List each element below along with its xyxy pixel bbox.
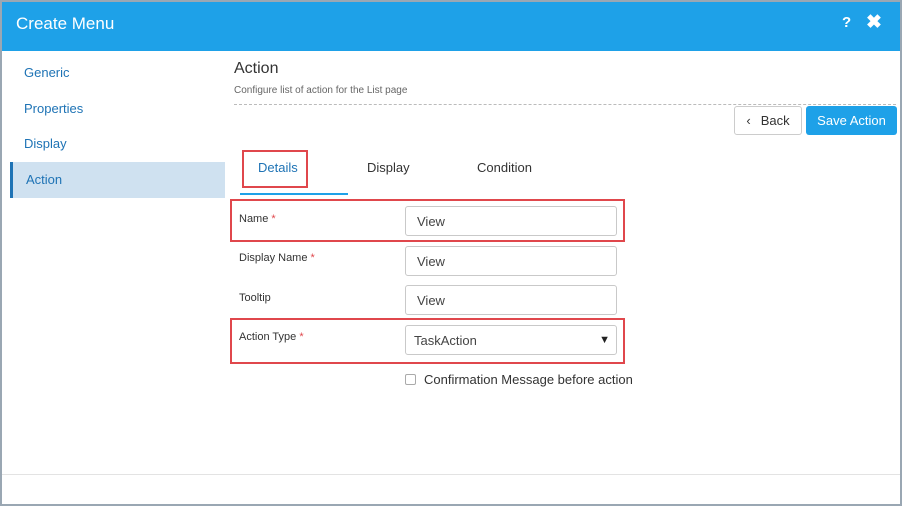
display-name-field[interactable]: View bbox=[405, 246, 617, 276]
highlight-box-action-type bbox=[230, 318, 625, 364]
required-marker: * bbox=[310, 252, 315, 264]
dialog-title: Create Menu bbox=[16, 14, 115, 33]
tooltip-field[interactable]: View bbox=[405, 285, 617, 315]
back-button-label: Back bbox=[760, 113, 790, 128]
active-tab-indicator bbox=[240, 193, 348, 195]
divider bbox=[234, 104, 896, 105]
highlight-box-name bbox=[230, 199, 625, 242]
sidebar-item-properties[interactable]: Properties bbox=[10, 91, 225, 127]
section-subtitle: Configure list of action for the List pa… bbox=[234, 85, 408, 96]
sidebar-item-generic[interactable]: Generic bbox=[10, 55, 225, 91]
section-title: Action bbox=[234, 60, 279, 77]
chevron-left-icon: ‹ bbox=[746, 113, 751, 128]
sidebar-item-display[interactable]: Display bbox=[10, 126, 225, 162]
close-icon[interactable]: ✖ bbox=[866, 11, 882, 34]
highlight-box-details-tab bbox=[242, 150, 308, 188]
create-menu-dialog: Create Menu ? ✖ Generic Properties Displ… bbox=[0, 0, 902, 506]
confirmation-label: Confirmation Message before action bbox=[424, 372, 633, 387]
dialog-titlebar: Create Menu ? ✖ bbox=[2, 2, 900, 51]
sidebar-item-action[interactable]: Action bbox=[10, 162, 225, 198]
back-button[interactable]: ‹ Back bbox=[734, 106, 802, 135]
help-icon[interactable]: ? bbox=[842, 14, 851, 31]
tab-condition[interactable]: Condition bbox=[477, 160, 532, 175]
save-action-button[interactable]: Save Action bbox=[806, 106, 897, 135]
footer-divider bbox=[2, 474, 900, 475]
display-name-label: Display Name * bbox=[239, 252, 315, 264]
tooltip-label: Tooltip bbox=[239, 292, 271, 304]
tab-display[interactable]: Display bbox=[367, 160, 410, 175]
confirmation-checkbox[interactable] bbox=[405, 374, 416, 385]
